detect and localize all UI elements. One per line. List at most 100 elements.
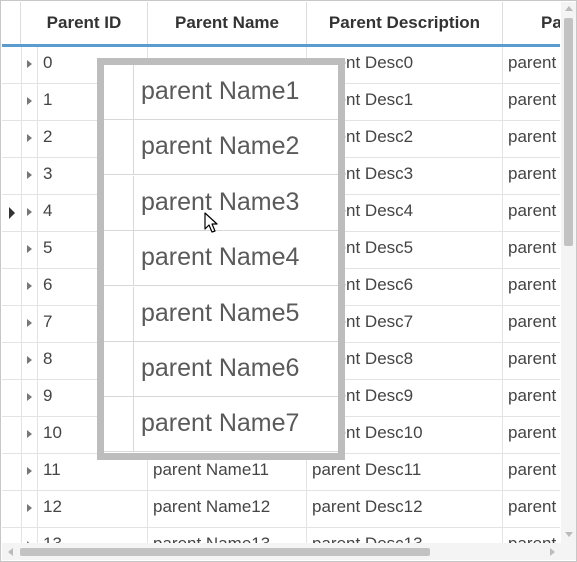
row-indicator[interactable] [2,380,22,416]
row-indicator[interactable] [2,343,22,379]
row-indicator[interactable] [2,121,22,157]
cell-parent-name[interactable]: parent Name12 [148,491,307,527]
expander-cell[interactable] [21,47,38,83]
drag-preview-item: parent Name6 [104,342,338,397]
drag-preview-label: parent Name6 [141,354,300,382]
cell-partial[interactable]: parent [503,380,560,416]
row-indicator[interactable] [2,454,22,490]
cell-parent-description[interactable]: parent Desc12 [307,491,503,527]
column-header-parent-id[interactable]: Parent ID [21,2,148,44]
expand-arrow-icon[interactable] [27,208,32,216]
expand-arrow-icon[interactable] [27,430,32,438]
expander-cell[interactable] [21,121,38,157]
row-indicator[interactable] [2,47,22,83]
cell-partial[interactable]: parent [503,269,560,305]
row-indicator[interactable] [2,232,22,268]
cell-partial[interactable]: parent [503,528,560,543]
expand-arrow-icon[interactable] [27,134,32,142]
expander-cell[interactable] [21,195,38,231]
expand-arrow-icon[interactable] [27,97,32,105]
expand-arrow-icon[interactable] [27,171,32,179]
mouse-cursor-icon [204,212,218,233]
cell-partial[interactable]: parent [503,158,560,194]
drag-preview-label: parent Name4 [141,243,300,272]
expand-arrow-icon[interactable] [27,356,32,364]
cell-partial[interactable]: parent [503,491,560,527]
row-indicator[interactable] [2,269,22,305]
vertical-scroll-thumb[interactable] [564,18,573,246]
column-header-partial[interactable]: Pa [503,2,560,44]
scrollbar-corner [561,543,576,560]
expand-arrow-icon[interactable] [27,282,32,290]
grid-header: Parent ID Parent Name Parent Description… [2,2,560,47]
expander-cell[interactable] [21,269,38,305]
cell-parent-id[interactable]: 13 [38,528,148,543]
cell-partial[interactable]: parent [503,84,560,120]
drag-preview-gutter [104,397,134,452]
drag-preview-gutter [104,120,134,175]
cell-partial[interactable]: parent [503,417,560,453]
cell-partial[interactable]: parent [503,454,560,490]
row-indicator[interactable] [2,417,22,453]
cell-parent-description[interactable]: parent Desc13 [307,528,503,543]
horizontal-scroll-thumb[interactable] [20,548,430,556]
drag-preview-item: parent Name1 [104,65,338,120]
expand-arrow-icon[interactable] [27,245,32,253]
row-indicator[interactable] [2,491,22,527]
drag-preview-item: parent Name3 [104,175,338,231]
expand-arrow-icon[interactable] [27,467,32,475]
expander-cell[interactable] [21,343,38,379]
table-row[interactable]: 13parent Name13parent Desc13parent [2,528,560,543]
drag-preview-item: parent Name2 [104,120,338,176]
cell-partial[interactable]: parent [503,232,560,268]
expand-arrow-icon[interactable] [27,504,32,512]
expander-cell[interactable] [21,380,38,416]
drag-preview-label: parent Name2 [141,132,300,161]
row-indicator[interactable] [2,195,22,231]
scroll-right-arrow-icon[interactable] [550,548,555,556]
expander-cell[interactable] [21,454,38,490]
drag-preview-item: parent Name4 [104,231,338,287]
drag-preview-label: parent Name3 [141,187,300,216]
cell-parent-id[interactable]: 12 [38,491,148,527]
expander-cell[interactable] [21,232,38,268]
expand-arrow-icon[interactable] [27,393,32,401]
row-indicator[interactable] [2,84,22,120]
expander-cell[interactable] [21,528,38,543]
vertical-scrollbar[interactable] [561,2,576,543]
drag-preview-popup: parent Name1 parent Name2 parent Name3 pare… [97,58,345,460]
expander-cell[interactable] [21,417,38,453]
table-row[interactable]: 12 parent Name12 parent Desc12 parent [2,491,560,528]
expand-arrow-icon[interactable] [27,319,32,327]
cell-partial[interactable]: parent [503,47,560,83]
column-header-parent-description[interactable]: Parent Description [307,2,503,44]
expand-arrow-icon[interactable] [27,60,32,68]
expander-cell[interactable] [21,158,38,194]
drag-preview-gutter [104,231,134,286]
row-header-corner [2,2,21,44]
drag-preview-gutter [104,175,134,230]
cell-partial[interactable]: parent [503,343,560,379]
scroll-down-arrow-icon[interactable] [565,532,573,537]
expander-cell[interactable] [21,306,38,342]
scroll-left-arrow-icon[interactable] [8,548,13,556]
row-indicator[interactable] [2,306,22,342]
drag-preview-item: parent Name7 [104,397,338,453]
column-header-parent-name[interactable]: Parent Name [148,2,307,44]
drag-preview-item: parent Name5 [104,286,338,342]
cell-partial[interactable]: parent [503,121,560,157]
scroll-up-arrow-icon[interactable] [565,6,573,11]
drag-preview-gutter [104,286,134,341]
current-row-indicator-icon [9,207,15,219]
cell-partial[interactable]: parent [503,195,560,231]
expander-cell[interactable] [21,84,38,120]
drag-preview-gutter [104,65,134,119]
drag-preview-label: parent Name1 [141,77,300,105]
cell-parent-name[interactable]: parent Name13 [148,528,307,543]
expander-cell[interactable] [21,491,38,527]
drag-preview-label: parent Name5 [141,298,300,327]
row-indicator[interactable] [2,528,22,543]
row-indicator[interactable] [2,158,22,194]
cell-partial[interactable]: parent [503,306,560,342]
horizontal-scrollbar[interactable] [2,543,561,560]
